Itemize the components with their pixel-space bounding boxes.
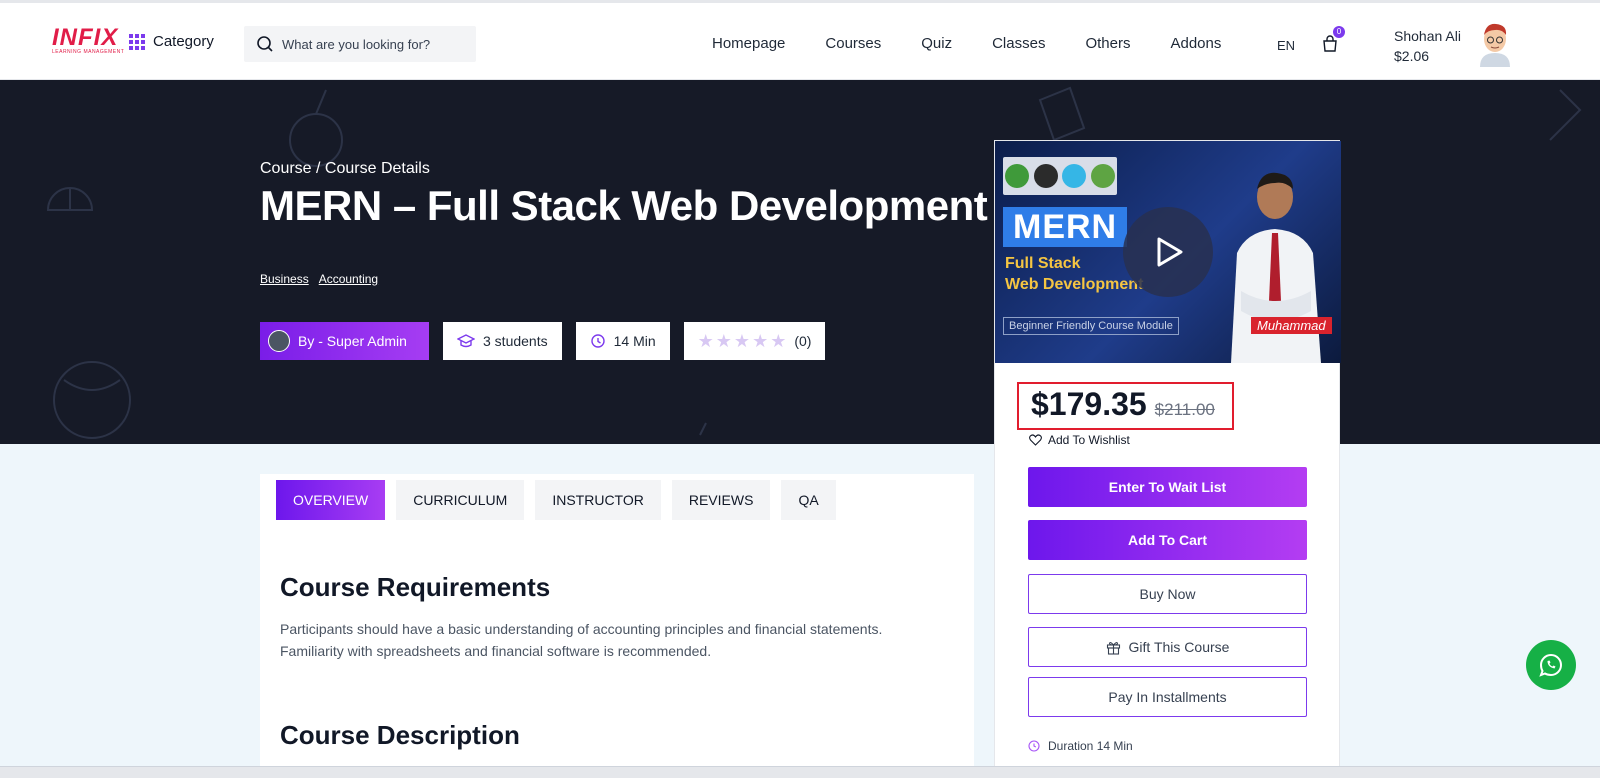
tab-qa[interactable]: QA xyxy=(781,480,836,520)
students-chip: 3 students xyxy=(443,322,562,360)
site-logo[interactable]: INFIX LEARNING MANAGEMENT xyxy=(52,24,125,56)
language-switch[interactable]: EN xyxy=(1277,38,1295,53)
thumbnail-module-label: Beginner Friendly Course Module xyxy=(1003,317,1179,335)
requirements-line-1: Participants should have a basic underst… xyxy=(280,621,883,637)
nodejs-icon xyxy=(1090,164,1115,188)
history-clock-icon xyxy=(590,334,605,348)
play-button[interactable] xyxy=(1123,207,1213,297)
requirements-text: Participants should have a basic underst… xyxy=(280,618,920,662)
user-info[interactable]: Shohan Ali $2.06 xyxy=(1394,26,1461,66)
search-box xyxy=(244,26,476,62)
rating-stars: ★ ★ ★ ★ ★ xyxy=(698,331,787,352)
nav-addons[interactable]: Addons xyxy=(1170,35,1221,52)
star-icon: ★ xyxy=(733,330,751,351)
tab-instructor[interactable]: INSTRUCTOR xyxy=(535,480,661,520)
express-icon xyxy=(1033,164,1058,188)
nav-classes[interactable]: Classes xyxy=(992,35,1045,52)
breadcrumb: Course / Course Details xyxy=(260,160,430,177)
search-icon xyxy=(257,36,273,52)
course-tags: Business Accounting xyxy=(260,272,378,286)
requirements-line-2: Familiarity with spreadsheets and financ… xyxy=(280,643,712,659)
cart-count-badge: 0 xyxy=(1333,26,1345,38)
star-icon: ★ xyxy=(697,330,714,351)
star-icon: ★ xyxy=(715,330,732,351)
rating-count: (0) xyxy=(794,333,812,349)
course-duration: Duration 14 Min xyxy=(1028,739,1133,753)
user-name: Shohan Ali xyxy=(1394,28,1461,44)
thumbnail-signature: Muhammad xyxy=(1251,317,1332,334)
author-chip[interactable]: By - Super Admin xyxy=(260,322,429,360)
author-avatar xyxy=(268,330,290,352)
logo-text: INFIX xyxy=(52,24,119,51)
react-icon xyxy=(1062,164,1087,188)
user-balance: $2.06 xyxy=(1394,48,1430,64)
top-header: INFIX LEARNING MANAGEMENT Category Homep… xyxy=(0,0,1600,80)
cart-button[interactable]: 0 xyxy=(1321,26,1345,58)
whatsapp-icon xyxy=(1539,653,1562,677)
requirements-heading: Course Requirements xyxy=(280,572,551,602)
gift-icon xyxy=(1106,641,1120,655)
wait-list-button[interactable]: Enter To Wait List xyxy=(1028,467,1307,507)
wishlist-label: Add To Wishlist xyxy=(1048,433,1130,447)
user-avatar[interactable] xyxy=(1476,19,1514,67)
search-input[interactable] xyxy=(282,36,462,52)
thumbnail-badge: MERN xyxy=(1003,207,1128,247)
mongodb-icon xyxy=(1005,164,1030,188)
graduation-cap-icon xyxy=(457,334,475,348)
tag-accounting[interactable]: Accounting xyxy=(319,272,378,286)
gift-course-button[interactable]: Gift This Course xyxy=(1028,627,1307,667)
os-taskbar xyxy=(0,766,1600,778)
purchase-card: MERN Full Stack Web Development Beginner… xyxy=(994,140,1341,778)
gift-label: Gift This Course xyxy=(1128,639,1230,655)
rating-chip: ★ ★ ★ ★ ★ (0) xyxy=(683,322,826,360)
tab-reviews[interactable]: REVIEWS xyxy=(671,480,771,520)
decorative-background xyxy=(46,86,1582,439)
clock-icon xyxy=(1028,740,1040,752)
add-to-cart-button[interactable]: Add To Cart xyxy=(1028,520,1307,560)
course-tabs: OVERVIEW CURRICULUM INSTRUCTOR REVIEWS Q… xyxy=(276,480,836,520)
logo-subtext: LEARNING MANAGEMENT xyxy=(52,49,125,55)
author-name: By - Super Admin xyxy=(298,333,407,349)
heart-icon xyxy=(1029,434,1042,446)
duration-text: 14 Min xyxy=(613,333,656,349)
add-to-wishlist[interactable]: Add To Wishlist xyxy=(1029,433,1130,447)
main-nav: Homepage Courses Quiz Classes Others Add… xyxy=(712,35,1261,52)
duration-label: Duration 14 Min xyxy=(1048,739,1133,753)
course-hero: Course / Course Details MERN – Full Stac… xyxy=(0,80,1600,444)
grid-icon xyxy=(129,33,145,50)
pay-installments-button[interactable]: Pay In Installments xyxy=(1028,677,1307,717)
course-meta: By - Super Admin 3 students 14 Min ★ ★ ★ ★ ★… xyxy=(260,322,826,360)
category-menu[interactable]: Category xyxy=(129,33,214,50)
current-price: $179.35 xyxy=(1031,386,1147,422)
course-content-panel: OVERVIEW CURRICULUM INSTRUCTOR REVIEWS Q… xyxy=(260,474,974,778)
students-count: 3 students xyxy=(483,333,548,349)
tech-logos xyxy=(1003,157,1117,195)
course-title: MERN – Full Stack Web Development xyxy=(260,182,988,229)
star-icon: ★ xyxy=(770,330,787,351)
duration-chip: 14 Min xyxy=(575,322,670,360)
star-icon: ★ xyxy=(752,330,769,351)
tab-overview[interactable]: OVERVIEW xyxy=(276,480,386,520)
category-label: Category xyxy=(153,33,214,50)
whatsapp-button[interactable] xyxy=(1526,640,1576,690)
tab-curriculum[interactable]: CURRICULUM xyxy=(396,480,525,520)
nav-courses[interactable]: Courses xyxy=(825,35,881,52)
nav-quiz[interactable]: Quiz xyxy=(921,35,952,52)
buy-now-button[interactable]: Buy Now xyxy=(1028,574,1307,614)
tag-business[interactable]: Business xyxy=(260,272,309,286)
course-thumbnail[interactable]: MERN Full Stack Web Development Beginner… xyxy=(995,141,1341,363)
nav-homepage[interactable]: Homepage xyxy=(712,35,785,52)
play-icon xyxy=(1157,237,1183,267)
original-price: $211.00 xyxy=(1154,400,1215,419)
nav-others[interactable]: Others xyxy=(1085,35,1130,52)
description-heading: Course Description xyxy=(280,720,520,750)
price-box: $179.35 $211.00 xyxy=(1017,382,1234,430)
